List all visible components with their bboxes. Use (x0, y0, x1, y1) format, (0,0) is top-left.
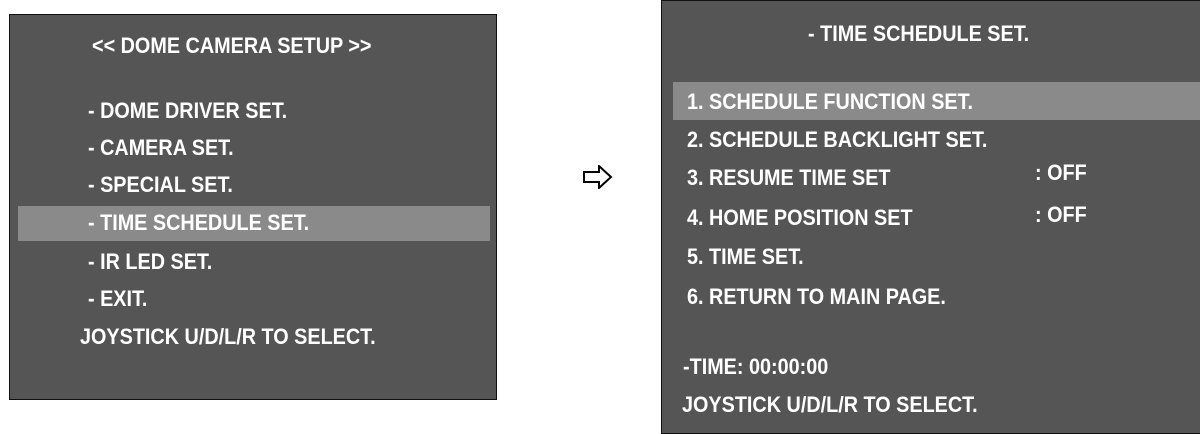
joystick-hint: JOYSTICK U/D/L/R TO SELECT. (80, 324, 376, 349)
home-position-set-value: : OFF (1035, 202, 1087, 227)
return-to-main-page-item[interactable]: 6. RETURN TO MAIN PAGE. (687, 284, 946, 310)
menu-item-exit[interactable]: - EXIT. (88, 286, 147, 312)
time-set-item[interactable]: 5. TIME SET. (687, 244, 804, 270)
time-readout: -TIME: 00:00:00 (683, 354, 829, 379)
menu-title: << DOME CAMERA SETUP >> (92, 33, 372, 58)
schedule-function-set-item[interactable]: 1. SCHEDULE FUNCTION SET. (687, 89, 973, 115)
menu-item-dome-driver-set[interactable]: - DOME DRIVER SET. (88, 98, 287, 124)
menu-item-camera-set[interactable]: - CAMERA SET. (88, 135, 234, 161)
resume-time-set-item[interactable]: 3. RESUME TIME SET (687, 165, 891, 191)
right-arrow-icon (583, 165, 613, 189)
menu-item-special-set[interactable]: - SPECIAL SET. (88, 172, 233, 198)
time-schedule-panel: - TIME SCHEDULE SET. 1. SCHEDULE FUNCTIO… (661, 0, 1200, 434)
dome-camera-setup-panel: << DOME CAMERA SETUP >> - DOME DRIVER SE… (9, 14, 497, 400)
submenu-title: - TIME SCHEDULE SET. (808, 21, 1030, 46)
resume-time-set-value: : OFF (1035, 160, 1087, 185)
schedule-backlight-set-item[interactable]: 2. SCHEDULE BACKLIGHT SET. (687, 127, 987, 153)
menu-item-time-schedule-set[interactable]: - TIME SCHEDULE SET. (88, 210, 309, 236)
home-position-set-item[interactable]: 4. HOME POSITION SET (687, 205, 913, 231)
menu-item-ir-led-set[interactable]: - IR LED SET. (88, 249, 212, 275)
joystick-hint: JOYSTICK U/D/L/R TO SELECT. (682, 392, 978, 417)
